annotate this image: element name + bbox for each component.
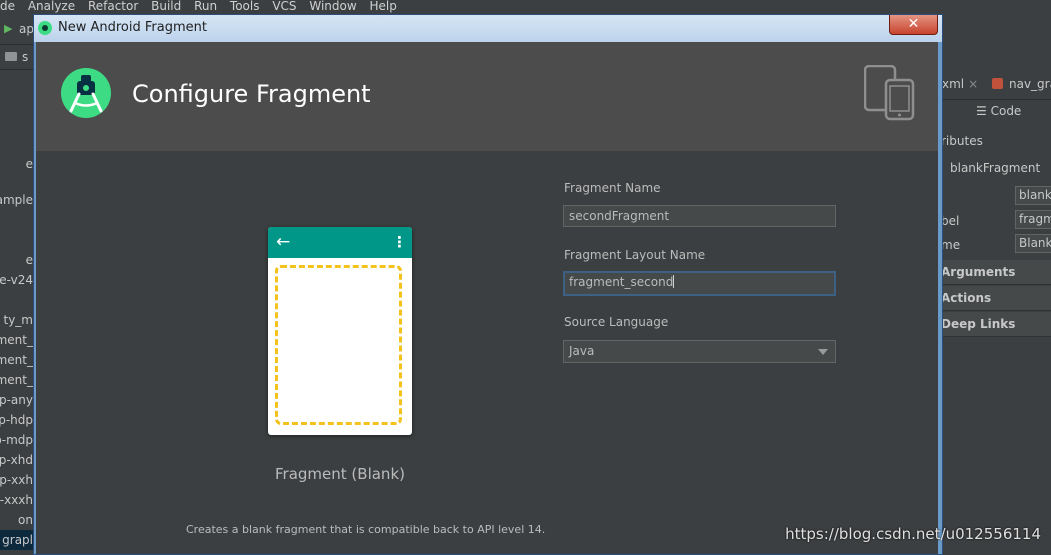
menu-item-build[interactable]: Build	[151, 0, 181, 13]
tree-item[interactable]: p-any	[0, 390, 35, 410]
back-arrow-icon: ←	[276, 232, 291, 252]
preview-toolbar: ← ⋮	[268, 227, 412, 258]
chevron-down-icon	[818, 349, 828, 355]
android-studio-logo-icon	[61, 68, 111, 118]
tree-item[interactable]: p-xhd	[0, 450, 35, 470]
tree-item[interactable]: p-xxh	[0, 470, 35, 490]
watermark: https://blog.csdn.net/u012556114	[785, 525, 1041, 543]
tree-item[interactable]: p-hdp	[0, 410, 35, 430]
section-arguments[interactable]: Arguments	[940, 260, 1051, 285]
menu-item-run[interactable]: Run	[194, 0, 217, 13]
close-button[interactable]: ✕	[889, 15, 938, 35]
layout-name-field[interactable]: fragment_second	[563, 271, 836, 296]
editor-tabs: xml× nav_gra	[940, 71, 1051, 100]
project-tree: e ample e e-v24 ty_m ment_ ment_ ment_ p…	[0, 96, 35, 553]
code-view-button[interactable]: ☰ Code	[976, 104, 1021, 118]
tab-nav-graph[interactable]: nav_gra	[992, 77, 1051, 91]
close-tab-icon[interactable]: ×	[968, 77, 978, 91]
fragment-placeholder-frame	[275, 265, 402, 425]
tree-item[interactable]: e	[0, 154, 35, 174]
fragment-template-preview[interactable]: ← ⋮	[268, 227, 412, 435]
template-label: Fragment (Blank)	[275, 465, 405, 483]
nav-graph-icon	[992, 78, 1003, 89]
source-language-label: Source Language	[564, 315, 669, 329]
tree-item[interactable]: e	[0, 250, 35, 270]
attributes-heading: ributes	[941, 134, 983, 148]
menu-item-tools[interactable]: Tools	[230, 0, 260, 13]
devices-icon	[864, 65, 915, 121]
editor-right-panel: xml× nav_gra ☰ Code ributes blankFragmen…	[940, 13, 1051, 553]
ide-navigation-bar: s	[0, 45, 35, 70]
menu-item-window[interactable]: Window	[309, 0, 356, 13]
menu-item-help[interactable]: Help	[370, 0, 397, 13]
tree-item-selected[interactable]: grapl	[0, 530, 35, 550]
menu-item-refactor[interactable]: Refactor	[88, 0, 138, 13]
dialog-header-title: Configure Fragment	[132, 80, 371, 108]
tree-item[interactable]: ment_	[0, 350, 35, 370]
menu-item-analyze[interactable]: Analyze	[28, 0, 75, 13]
layout-name-label: Fragment Layout Name	[564, 248, 706, 262]
section-deep-links[interactable]: Deep Links	[940, 312, 1051, 337]
dialog-header: Configure Fragment	[36, 42, 938, 151]
fragment-name-field[interactable]: secondFragment	[563, 205, 836, 227]
source-language-select[interactable]: Java	[563, 340, 836, 363]
attr-name-label: me	[941, 238, 961, 252]
fragment-name-label: Fragment Name	[564, 181, 661, 195]
ide-toolbar: ▶ app	[0, 13, 42, 45]
attributes-fragment-name: blankFragment	[950, 161, 1041, 175]
tree-item[interactable]: on	[0, 510, 35, 530]
attr-label-field[interactable]: fragm	[1015, 210, 1051, 229]
section-actions[interactable]: Actions	[940, 286, 1051, 311]
new-android-fragment-dialog: New Android Fragment ✕ Configure Fragmen…	[33, 14, 943, 555]
code-view-icon: ☰	[976, 104, 987, 118]
text-caret	[673, 275, 675, 288]
menu-item-code[interactable]: de	[0, 0, 15, 13]
dialog-body: ← ⋮ Fragment (Blank) Creates a blank fra…	[36, 151, 938, 554]
menu-item-vcs[interactable]: VCS	[272, 0, 296, 13]
template-description: Creates a blank fragment that is compati…	[186, 523, 546, 536]
ide-menubar: de Analyze Refactor Build Run Tools VCS …	[0, 0, 1051, 13]
tree-item[interactable]: ment_	[0, 370, 35, 390]
run-icon[interactable]: ▶	[4, 22, 12, 35]
tree-item[interactable]: ment_	[0, 330, 35, 350]
dialog-window-title: New Android Fragment	[58, 20, 207, 35]
tree-item[interactable]: ample	[0, 190, 35, 210]
tab-xml[interactable]: xml ×	[942, 77, 978, 91]
attr-label-label: bel	[941, 214, 960, 228]
tree-item[interactable]: e-v24	[0, 270, 35, 290]
more-vert-icon: ⋮	[392, 233, 407, 251]
attr-id-field[interactable]: blank	[1015, 186, 1051, 205]
nav-breadcrumb[interactable]: s	[22, 50, 28, 64]
tree-item[interactable]: p-mdp	[0, 430, 35, 450]
tree-item[interactable]: p-xxxh	[0, 490, 35, 510]
android-studio-icon	[38, 21, 52, 35]
tree-item[interactable]: ty_m	[0, 310, 35, 330]
folder-icon	[5, 52, 17, 61]
attr-name-field[interactable]: Blank	[1015, 234, 1051, 253]
dialog-titlebar[interactable]: New Android Fragment ✕	[34, 15, 942, 42]
